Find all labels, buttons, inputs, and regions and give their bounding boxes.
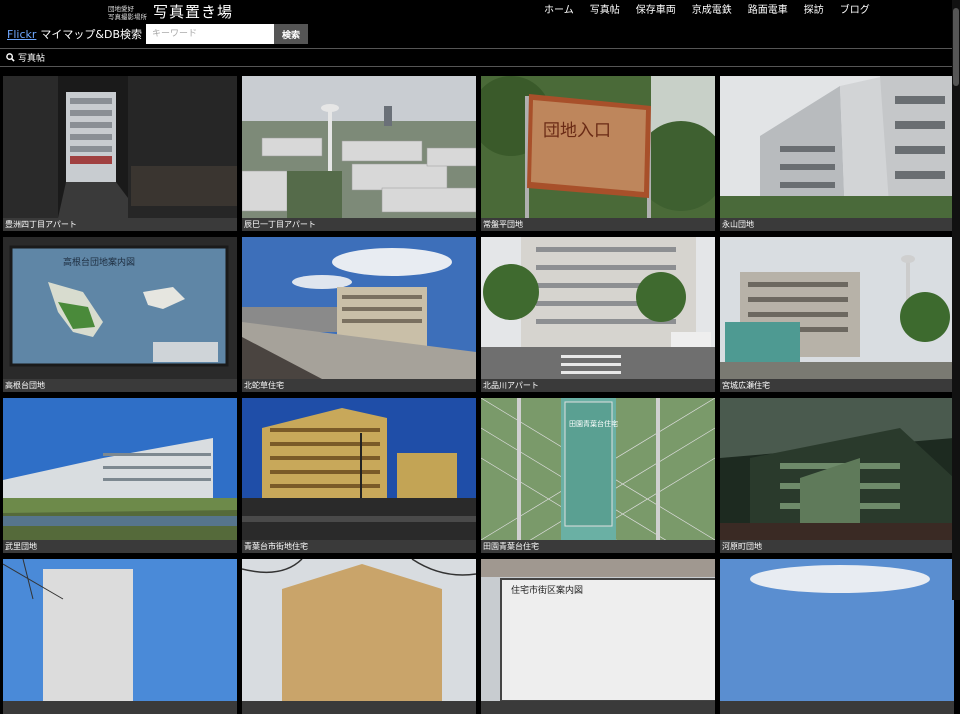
photo-tile[interactable]: 田園青葉台住宅 田園青葉台住宅	[481, 398, 715, 553]
photo-tile[interactable]: 河原町団地	[720, 398, 954, 553]
photo-caption: 河原町団地	[720, 540, 954, 553]
photo-caption	[481, 701, 715, 714]
photo-image	[720, 237, 954, 379]
sign-text: 田園青葉台住宅	[569, 419, 618, 428]
photo-image	[720, 398, 954, 540]
search-input[interactable]	[145, 24, 274, 44]
photo-image: 団地入口	[481, 76, 715, 218]
photo-image	[720, 559, 954, 701]
photo-tile[interactable]	[242, 559, 476, 714]
photo-image	[3, 559, 237, 701]
photo-image	[242, 398, 476, 540]
photo-tile[interactable]: 豊洲四丁目アパート	[3, 76, 237, 231]
photo-tile[interactable]: 高根台団地案内図 高根台団地	[3, 237, 237, 392]
photo-image: 住宅市街区案内図	[481, 559, 715, 701]
photo-caption	[720, 701, 954, 714]
photo-tile[interactable]: 永山団地	[720, 76, 954, 231]
photo-image	[242, 76, 476, 218]
photo-caption: 武里団地	[3, 540, 237, 553]
photo-image	[3, 76, 237, 218]
page-scrollbar[interactable]	[952, 0, 960, 600]
nav-explore[interactable]: 探訪	[796, 4, 832, 18]
site-header: 団地愛好 写真撮影場所 写真置き場 ホーム 写真帖 保存車両 京成電鉄 路面電車…	[0, 0, 960, 48]
header-divider	[0, 48, 960, 49]
logo-title: 写真置き場	[153, 3, 234, 21]
search-bar: Flickr マイマップ&DB検索 検索	[7, 24, 308, 44]
photo-caption: 青葉台市街地住宅	[242, 540, 476, 553]
nav-keisei[interactable]: 京成電鉄	[684, 4, 740, 18]
main-nav: ホーム 写真帖 保存車両 京成電鉄 路面電車 探訪 ブログ	[536, 4, 878, 18]
nav-tram[interactable]: 路面電車	[740, 4, 796, 18]
photo-image	[242, 559, 476, 701]
photo-image: 高根台団地案内図	[3, 237, 237, 379]
section-divider	[0, 66, 960, 67]
section-title: 写真帖	[18, 53, 46, 64]
photo-caption: 北品川アパート	[481, 379, 715, 392]
search-label: マイマップ&DB検索	[40, 28, 142, 41]
photo-image	[242, 237, 476, 379]
logo-sub-line-2: 写真撮影場所	[108, 12, 147, 21]
photo-caption: 田園青葉台住宅	[481, 540, 715, 553]
sign-text: 団地入口	[543, 121, 611, 141]
photo-caption: 宮城広瀬住宅	[720, 379, 954, 392]
nav-preserved-cars[interactable]: 保存車両	[628, 4, 684, 18]
section-heading: 写真帖	[6, 50, 45, 64]
photo-caption	[242, 701, 476, 714]
nav-home[interactable]: ホーム	[536, 4, 582, 18]
photo-caption: 高根台団地	[3, 379, 237, 392]
photo-caption: 辰巳一丁目アパート	[242, 218, 476, 231]
photo-image: 田園青葉台住宅	[481, 398, 715, 540]
photo-tile[interactable]: 北品川アパート	[481, 237, 715, 392]
photo-tile[interactable]	[720, 559, 954, 714]
photo-tile[interactable]: 宮城広瀬住宅	[720, 237, 954, 392]
photo-image	[481, 237, 715, 379]
photo-tile[interactable]: 辰巳一丁目アパート	[242, 76, 476, 231]
nav-blog[interactable]: ブログ	[832, 4, 878, 18]
nav-photobook[interactable]: 写真帖	[582, 4, 628, 18]
photo-tile[interactable]	[3, 559, 237, 714]
photo-image	[720, 76, 954, 218]
scrollbar-thumb[interactable]	[953, 8, 959, 86]
photo-tile[interactable]: 武里団地	[3, 398, 237, 553]
flickr-link[interactable]: Flickr	[7, 28, 36, 41]
search-icon	[6, 52, 15, 62]
sign-text: 住宅市街区案内図	[511, 584, 583, 596]
search-button[interactable]: 検索	[273, 24, 308, 44]
photo-image	[3, 398, 237, 540]
photo-caption: 豊洲四丁目アパート	[3, 218, 237, 231]
site-logo[interactable]: 団地愛好 写真撮影場所 写真置き場	[108, 1, 233, 21]
photo-tile[interactable]: 北蛇草住宅	[242, 237, 476, 392]
photo-caption	[3, 701, 237, 714]
photo-tile[interactable]: 青葉台市街地住宅	[242, 398, 476, 553]
photo-tile[interactable]: 住宅市街区案内図	[481, 559, 715, 714]
sign-text: 高根台団地案内図	[63, 256, 135, 268]
logo-subtitle: 団地愛好 写真撮影場所	[108, 5, 147, 21]
photo-caption: 常盤平団地	[481, 218, 715, 231]
photo-caption: 北蛇草住宅	[242, 379, 476, 392]
photo-caption: 永山団地	[720, 218, 954, 231]
photo-tile[interactable]: 団地入口 常盤平団地	[481, 76, 715, 231]
